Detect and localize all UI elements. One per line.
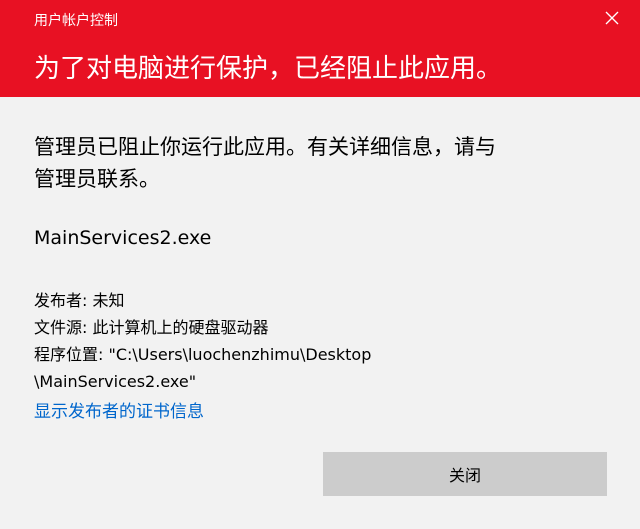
publisher-line: 发布者: 未知 — [34, 291, 125, 310]
app-name: MainServices2.exe — [34, 227, 212, 249]
file-source-line: 文件源: 此计算机上的硬盘驱动器 — [34, 318, 269, 337]
app-details: 发布者: 未知 文件源: 此计算机上的硬盘驱动器 程序位置: "C:\Users… — [34, 287, 594, 395]
close-icon — [605, 11, 619, 25]
admin-message: 管理员已阻止你运行此应用。有关详细信息，请与管理员联系。 — [34, 135, 496, 191]
blocked-headline: 为了对电脑进行保护，已经阻止此应用。 — [34, 54, 503, 84]
window-title: 用户帐户控制 — [34, 13, 118, 29]
window-close-button[interactable] — [598, 4, 626, 32]
program-location-line: 程序位置: "C:\Users\luochenzhimu\Desktop — [34, 345, 372, 364]
dialog-content: 管理员已阻止你运行此应用。有关详细信息，请与管理员联系。 MainService… — [0, 97, 640, 529]
uac-dialog: 用户帐户控制 为了对电脑进行保护，已经阻止此应用。 管理员已阻止你运行此应用。有… — [0, 0, 640, 529]
show-certificate-link[interactable]: 显示发布者的证书信息 — [34, 397, 204, 422]
close-button[interactable]: 关闭 — [323, 452, 607, 496]
program-location-line-continued: \MainServices2.exe" — [34, 372, 197, 391]
dialog-header: 用户帐户控制 为了对电脑进行保护，已经阻止此应用。 — [0, 0, 640, 97]
